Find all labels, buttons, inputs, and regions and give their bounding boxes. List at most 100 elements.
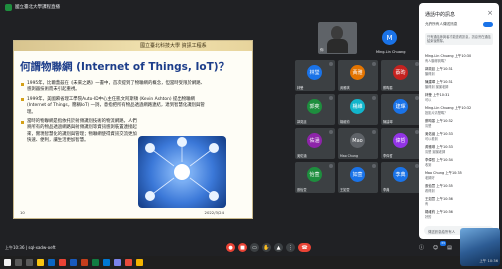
allow-messages-setting: 允許所有人傳送訊息 [425, 22, 493, 29]
info-icon[interactable]: ⓘ [418, 244, 425, 251]
participant-name: 王如萱 [340, 188, 350, 192]
people-icon[interactable]: ☺ [432, 244, 439, 251]
participant-name: 林瑩 [297, 86, 304, 90]
chat-side-panel: 通話中的訊息 × 允許所有人傳送訊息 只有通話參與者才能查看訊息，訊息會在通話結… [419, 3, 499, 239]
device-node-icon [145, 191, 155, 201]
slide-school-name: 國立臺北科技大學 資訊工程系 [140, 43, 207, 49]
chat-text: 收到 [425, 163, 432, 167]
slide-page-number: 10 [20, 210, 25, 215]
chat-icon[interactable]: ▤ [446, 244, 453, 251]
participant-tile[interactable]: 林瑩 林瑩 [295, 60, 335, 91]
more-options-icon[interactable]: ⋮ [286, 243, 295, 252]
participant-name: 楊維鈞 [340, 120, 350, 124]
participant-avatar: 偉哲 [393, 133, 408, 148]
meeting-control-bar: 上午10:36 | sql-xadw-oeft ● ■ ▭ ✋ ▲ ⋮ ☎ ⓘ … [0, 240, 502, 255]
mic-off-icon [372, 62, 376, 66]
chat-notice: 只有通話參與者才能查看訊息，訊息會在通話結束後刪除。 [425, 33, 493, 46]
app-icon[interactable] [136, 259, 143, 266]
chat-text: 有人聽得到嗎？ [425, 59, 448, 63]
present-screen-icon[interactable]: ▲ [274, 243, 283, 252]
excel-icon[interactable] [92, 259, 99, 266]
chat-message: 黃雅琪 上午10:33 清楚 謝謝老師 [425, 144, 495, 154]
chat-text: 好的 [425, 215, 432, 219]
app-icon[interactable] [125, 259, 132, 266]
teams-icon[interactable] [114, 259, 121, 266]
chat-message: 李偉哲 上午10:34 收到 [425, 157, 495, 167]
meeting-title-bar: 國立臺北大學課程直播 [0, 0, 418, 14]
device-node-icon [145, 143, 155, 153]
start-menu-icon[interactable] [4, 259, 11, 266]
allow-messages-toggle[interactable] [483, 22, 493, 27]
participant-tile[interactable]: 李典 李典 [381, 162, 421, 193]
participant-name: 李典 [383, 188, 390, 192]
shared-presentation-slide: 國立臺北科技大學 資訊工程系 何謂物聯網 (Internet of Things… [13, 40, 253, 219]
presenter-body [327, 39, 348, 53]
device-node-icon [209, 191, 219, 201]
participant-name: Mao Chung [340, 154, 358, 158]
meet-logo-icon [5, 3, 12, 11]
chat-message: 林瑩 上午10:31 可以 [425, 92, 495, 102]
device-node-icon [209, 143, 219, 153]
participant-avatar: 林瑩 [307, 65, 322, 80]
raise-hand-icon[interactable]: ✋ [262, 243, 271, 252]
powerpoint-icon[interactable] [81, 259, 88, 266]
participant-avatar: 楊維 [350, 99, 365, 114]
participant-tile[interactable]: 如萱 王如萱 [338, 162, 378, 193]
chat-text: 聽得到 謝謝老師 [425, 85, 449, 89]
participant-name: 李偉哲 [383, 154, 393, 158]
slide-bullet: 當時的物聯網是指依托於射頻識別技術的物流網路，人們將所有的物品透過網路與射頻識別… [21, 119, 137, 145]
cloud-hub-icon [172, 162, 192, 182]
participant-avatar: 蔡昀 [393, 65, 408, 80]
camera-off-icon[interactable]: ■ [238, 243, 247, 252]
presenter-self-label: 你 [320, 48, 324, 52]
mail-icon[interactable] [103, 259, 110, 266]
participant-tile[interactable]: 建琿 陳建琿 [381, 94, 421, 125]
captions-icon[interactable]: ▭ [250, 243, 259, 252]
chat-message: 張怡萱 上午10:35 看得到 [425, 183, 495, 193]
mic-off-icon [372, 130, 376, 134]
participant-avatar: Mao [350, 133, 365, 148]
mic-off-icon[interactable]: ● [226, 243, 235, 252]
task-view-icon[interactable] [26, 259, 33, 266]
meeting-time-and-code: 上午10:36 | sql-xadw-oeft [5, 245, 56, 250]
participant-tile[interactable]: 佑涵 吳佑涵 [295, 128, 335, 159]
file-explorer-icon[interactable] [37, 259, 44, 266]
participant-tile[interactable]: 郭奕 郭奕廷 [295, 94, 335, 125]
participant-avatar: 如萱 [350, 167, 365, 182]
participant-tile[interactable]: 楊維 楊維鈞 [338, 94, 378, 125]
window-title: 國立臺北大學課程直播 [15, 5, 60, 10]
slide-heading: 何謂物聯網 (Internet of Things, IoT)？ [20, 61, 230, 73]
slide-header-band [14, 41, 252, 51]
participant-tile[interactable]: 怡萱 張怡萱 [295, 162, 335, 193]
search-icon[interactable] [15, 259, 22, 266]
chat-message-list[interactable]: Ming-Lin Chuang 上午10:30 有人聽得到嗎？ 郭奕廷 上午10:… [425, 53, 495, 222]
presenter-avatar[interactable]: M [382, 30, 397, 45]
system-clock: 上午 10:36 [479, 259, 498, 263]
participant-tile[interactable]: 偉哲 李偉哲 [381, 128, 421, 159]
chat-text: 老師好 [425, 176, 435, 180]
edge-browser-icon[interactable] [48, 259, 55, 266]
participant-tile[interactable]: 蔡昀 蔡昀蓁 [381, 60, 421, 91]
participant-tile[interactable]: Mao Mao Chung [338, 128, 378, 159]
chat-panel-title: 通話中的訊息 [425, 12, 456, 18]
chat-message: 楊維鈞 上午10:36 好的 [425, 209, 495, 219]
participant-name: 吳佑涵 [297, 154, 307, 158]
participant-avatar: 佑涵 [307, 133, 322, 148]
participant-avatar: 怡萱 [307, 167, 322, 182]
participant-avatar: 黃雅 [350, 65, 365, 80]
chat-message: Mao Chung 上午10:35 老師好 [425, 170, 495, 180]
chat-text: 投影片清楚嗎？ [425, 111, 448, 115]
presenter-video-tile[interactable]: 你 [318, 22, 357, 54]
chat-text: 可以 [425, 98, 432, 102]
chat-text: 看得到 [425, 189, 435, 193]
leave-call-icon[interactable]: ☎ [298, 243, 311, 252]
slide-footer-date: 2022/3/24 [204, 210, 224, 215]
iot-network-illustration [138, 136, 226, 208]
chat-text: 可以看到 [425, 137, 438, 141]
close-icon[interactable]: × [487, 9, 493, 17]
mic-off-icon [372, 96, 376, 100]
device-node-icon [177, 137, 187, 147]
participant-tile[interactable]: 黃雅 黃雅琪 [338, 60, 378, 91]
word-icon[interactable] [70, 259, 77, 266]
chrome-browser-icon[interactable] [59, 259, 66, 266]
